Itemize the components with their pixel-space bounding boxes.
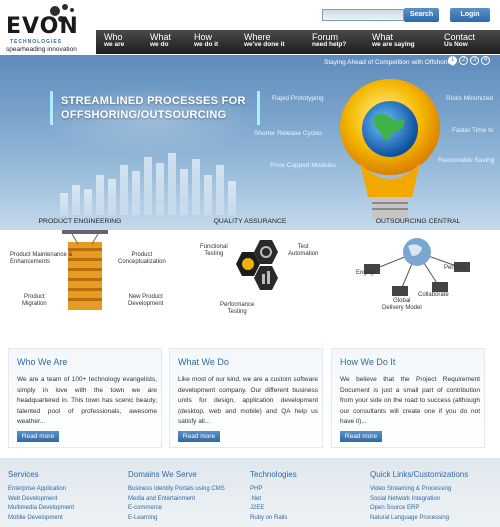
service-product-engineering[interactable]: PRODUCT ENGINEERING Product Maintenance … — [0, 218, 166, 338]
box-title: What We Do — [178, 357, 229, 367]
main-nav: Who we are What we do How we do it Where we'… — [96, 30, 500, 54]
banner-title-line-1: STREAMLINED PROCESSES FOR — [61, 95, 246, 107]
label-shorter-release: Shorter Release Cycles — [254, 130, 323, 137]
service-title: PRODUCT ENGINEERING — [38, 218, 122, 225]
nav-item-contact[interactable]: Contact Us Now — [444, 33, 475, 49]
label-risks-minimized: Risks Minimized — [446, 95, 493, 102]
read-more-button[interactable]: Read more — [340, 431, 382, 442]
footer-link[interactable]: Mobile Development — [8, 514, 74, 524]
label-rapid-prototyping: Rapid Prototyping — [272, 95, 324, 102]
label-migration: Product Migration — [22, 294, 47, 307]
logo-subtitle: TECHNOLOGIES — [10, 39, 63, 45]
label-test-automation: Test Automation — [288, 244, 319, 257]
label-conceptualization: Product Conceptualization — [118, 252, 166, 265]
logo-wordmark: EVON — [6, 14, 79, 39]
hero-banner: Staying Ahead of Competition with Offsho… — [0, 55, 500, 230]
service-title: QUALITY ASSURANCE — [213, 218, 287, 225]
footer-col-services: Services Enterprise Application Web Deve… — [8, 470, 74, 523]
nav-item-forum[interactable]: Forum need help? — [312, 33, 346, 49]
search-input[interactable] — [322, 9, 404, 21]
slide-dot-3[interactable]: 3 — [470, 56, 479, 65]
nav-item-where[interactable]: Where we've done it — [244, 33, 285, 49]
read-more-button[interactable]: Read more — [178, 431, 220, 442]
nav-item-who[interactable]: Who we are — [104, 33, 124, 49]
label-faster-time: Faster Time to — [452, 127, 494, 134]
footer-link[interactable]: E-Learning — [128, 514, 225, 524]
footer-col-technologies: Technologies PHP .Net J2EE Ruby on Rails — [250, 470, 297, 523]
logo-tagline: spearheading innovation — [6, 46, 77, 53]
gears-icon — [236, 240, 278, 290]
slide-dot-4[interactable]: 4 — [481, 56, 490, 65]
login-button[interactable]: Login — [450, 8, 490, 22]
footer-link[interactable]: .Net — [250, 495, 297, 505]
service-quality-assurance[interactable]: QUALITY ASSURANCE Functional Testing Test… — [170, 218, 330, 338]
nav-item-what-we-do[interactable]: What we do — [150, 33, 171, 49]
footer-link[interactable]: Business Identity Portals using CMS — [128, 485, 225, 495]
service-outsourcing-central[interactable]: OUTSOURCING CENTRAL Engage Perform Colla… — [338, 218, 498, 338]
footer: Services Enterprise Application Web Deve… — [0, 458, 500, 527]
footer-col-domains: Domains We Serve Business Identity Porta… — [128, 470, 225, 523]
banner-title: STREAMLINED PROCESSES FOR OFFSHORING/OUT… — [50, 91, 260, 125]
info-box-who-we-are: Who We Are We are a team of 100+ technol… — [8, 348, 162, 448]
footer-link[interactable]: Multimedia Development — [8, 504, 74, 514]
footer-heading: Technologies — [250, 470, 297, 479]
info-box-how-we-do-it: How We Do It We believe that the Project… — [331, 348, 485, 448]
box-text: We are a team of 100+ technology evangel… — [17, 376, 157, 425]
box-text: Like most of our kind, we are a custom s… — [178, 376, 318, 425]
box-text: We believe that the Project Requirement … — [340, 376, 480, 425]
footer-heading: Services — [8, 470, 39, 479]
footer-heading: Domains We Serve — [128, 470, 197, 479]
lightbulb-globe-icon — [340, 79, 440, 219]
label-perform: Perform — [444, 265, 466, 271]
footer-link[interactable]: PHP — [250, 485, 297, 495]
nav-item-what-we-say[interactable]: What we are saying — [372, 33, 415, 49]
label-global-delivery: Global Delivery Model — [382, 298, 422, 311]
footer-link[interactable]: Web Development — [8, 495, 74, 505]
slide-dot-1[interactable]: 1 — [448, 56, 457, 65]
footer-link[interactable]: Video Streaming & Processing — [370, 485, 468, 495]
service-title: OUTSOURCING CENTRAL — [375, 218, 461, 225]
read-more-button[interactable]: Read more — [17, 431, 59, 442]
footer-link[interactable]: Ruby on Rails — [250, 514, 297, 524]
label-engage: Engage — [356, 270, 377, 276]
header: EVON TECHNOLOGIES spearheading innovatio… — [0, 0, 500, 55]
logo[interactable]: EVON TECHNOLOGIES spearheading innovatio… — [6, 4, 96, 53]
label-price-capped: Price Capped Modules — [270, 162, 336, 169]
info-box-what-we-do: What We Do Like most of our kind, we are… — [169, 348, 323, 448]
footer-link[interactable]: J2EE — [250, 504, 297, 514]
slide-dot-2[interactable]: 2 — [459, 56, 468, 65]
footer-link[interactable]: Enterprise Application — [8, 485, 74, 495]
label-performance-testing: Performance Testing — [220, 302, 255, 315]
label-new-product: New Product Development — [128, 294, 164, 307]
footer-link[interactable]: Social Network Integration — [370, 495, 468, 505]
box-title: Who We Are — [17, 357, 68, 367]
label-functional-testing: Functional Testing — [200, 244, 228, 257]
slide-pager: 1 2 3 4 — [448, 56, 490, 65]
banner-bars-graphic — [60, 135, 250, 215]
building-blocks-icon — [62, 230, 108, 310]
footer-col-quick-links: Quick Links/Customizations Video Streami… — [370, 470, 468, 523]
banner-slogan: Staying Ahead of Competition with Offsho… — [324, 59, 455, 66]
label-maintenance: Product Maintenance & Enhancements — [10, 252, 73, 265]
footer-link[interactable]: Natural Language Processing — [370, 514, 468, 524]
footer-link[interactable]: Media and Entertainment — [128, 495, 225, 505]
label-collaborate: Collaborate — [418, 292, 449, 298]
footer-link[interactable]: E-commerce — [128, 504, 225, 514]
box-title: How We Do It — [340, 357, 396, 367]
search-button[interactable]: Search — [404, 8, 439, 22]
nav-item-how[interactable]: How we do it — [194, 33, 218, 49]
footer-link[interactable]: Open Source ERP — [370, 504, 468, 514]
banner-title-line-2: OFFSHORING/OUTSOURCING — [61, 109, 227, 121]
footer-heading: Quick Links/Customizations — [370, 470, 469, 479]
